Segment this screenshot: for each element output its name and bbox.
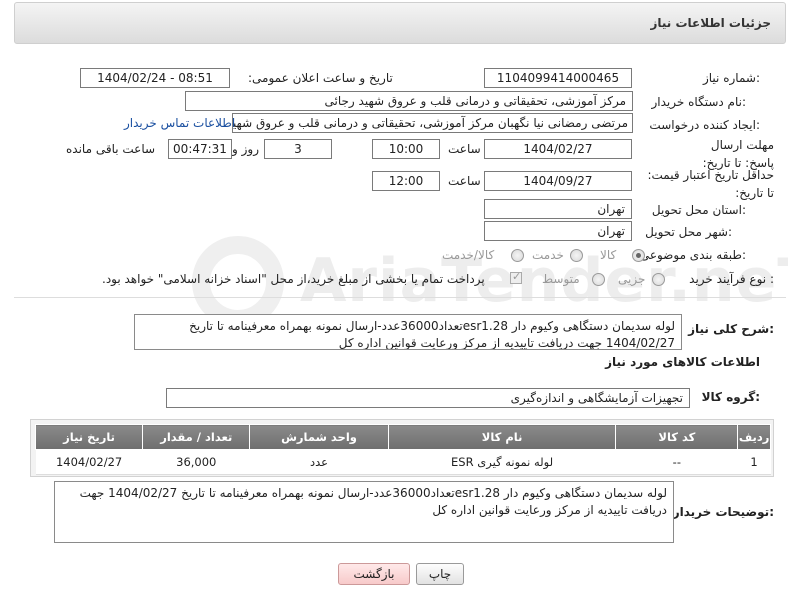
- buyer-org-field: مرکز آموزشی، تحقیقاتی و درمانی قلب و عرو…: [185, 91, 633, 111]
- buyer-notes-label: توضیحات خریدار:: [672, 505, 774, 519]
- cell-item-code: --: [615, 449, 738, 475]
- city-field: تهران: [484, 221, 632, 241]
- category-radio-service[interactable]: [570, 249, 583, 262]
- col-item-code: کد کالا: [615, 424, 739, 450]
- requester-field: مرتضی رمضانی نیا نگهبان مرکز آموزشی، تحق…: [232, 113, 633, 133]
- divider: [14, 297, 786, 298]
- goods-group-label: گروه کالا:: [701, 390, 760, 404]
- announce-label: تاریخ و ساعت اعلان عمومی:: [248, 71, 393, 85]
- reply-time-field: 10:00: [372, 139, 440, 159]
- buyer-notes-textarea[interactable]: لوله سدیمان دستگاهی وکیوم دار esr1.28تعد…: [54, 481, 674, 543]
- col-unit: واحد شمارش: [249, 424, 389, 450]
- process-option-minor: جزیی: [618, 272, 646, 286]
- cell-item-name: لوله نمونه گیری ESR: [388, 449, 616, 475]
- category-option-goods: کالا: [600, 248, 617, 262]
- category-radio-goods-service[interactable]: [511, 249, 524, 262]
- treasury-payment-checkbox[interactable]: [510, 270, 522, 284]
- need-number-field: 1104099414000465: [484, 68, 632, 88]
- items-table: ردیف کد کالا نام کالا واحد شمارش تعداد /…: [34, 424, 771, 475]
- remaining-time-field: 00:47:31: [168, 139, 232, 159]
- treasury-payment-note: پرداخت تمام یا بخشی از مبلغ خرید،از محل …: [102, 272, 485, 286]
- remaining-time-label: ساعت باقی مانده: [66, 142, 156, 156]
- table-header-row: ردیف کد کالا نام کالا واحد شمارش تعداد /…: [34, 424, 771, 450]
- category-option-goods-service: کالا/خدمت: [442, 248, 495, 262]
- goods-group-field: تجهیزات آزمایشگاهی و اندازه‌گیری: [166, 388, 690, 408]
- buyer-contact-link[interactable]: اطلاعات تماس خریدار: [124, 116, 235, 130]
- reply-date-field: 1404/02/27: [484, 139, 632, 159]
- announce-field: 1404/02/24 - 08:51: [80, 68, 230, 88]
- price-validity-label: حداقل تاریخ اعتبار قیمت: تا تاریخ:: [647, 168, 774, 200]
- cell-need-date: 1404/02/27: [35, 449, 143, 475]
- process-radio-medium[interactable]: [592, 273, 605, 286]
- cell-row-number: 1: [737, 449, 771, 475]
- category-option-service: خدمت: [532, 248, 564, 262]
- items-table-container: ردیف کد کالا نام کالا واحد شمارش تعداد /…: [30, 419, 774, 477]
- days-field: 3: [264, 139, 332, 159]
- summary-textarea[interactable]: لوله سدیمان دستگاهی وکیوم دار esr1.28تعد…: [134, 314, 682, 350]
- col-need-date: تاریخ نیاز: [34, 424, 144, 450]
- process-option-medium: متوسط: [542, 272, 580, 286]
- col-row-number: ردیف: [737, 424, 771, 450]
- col-quantity: تعداد / مقدار: [142, 424, 251, 450]
- province-label: استان محل تحویل:: [651, 203, 746, 217]
- category-label: طبقه بندی موضوعی:: [639, 248, 746, 262]
- days-label: روز و: [232, 142, 259, 156]
- cell-unit: عدد: [249, 449, 389, 475]
- process-label: نوع فرآیند خرید :: [689, 272, 774, 286]
- reply-time-label: ساعت: [448, 142, 481, 156]
- print-button[interactable]: چاپ: [416, 563, 464, 585]
- buyer-org-label: نام دستگاه خریدار:: [651, 95, 747, 109]
- need-number-label: شماره نیاز:: [702, 71, 760, 85]
- process-radio-minor[interactable]: [652, 273, 665, 286]
- price-time-field: 12:00: [372, 171, 440, 191]
- requester-label: ایجاد کننده درخواست:: [649, 118, 760, 132]
- province-field: تهران: [484, 199, 632, 219]
- summary-label: شرح کلی نیاز:: [688, 322, 774, 336]
- city-label: شهر محل تحویل:: [645, 225, 732, 239]
- page-title: جزئیات اطلاعات نیاز: [650, 16, 771, 30]
- price-date-field: 1404/09/27: [484, 171, 632, 191]
- col-item-name: نام کالا: [387, 424, 617, 450]
- goods-info-title: اطلاعات کالاهای مورد نیاز: [605, 355, 760, 369]
- page-header: جزئیات اطلاعات نیاز: [14, 2, 786, 44]
- price-time-label: ساعت: [448, 174, 481, 188]
- back-button[interactable]: بازگشت: [338, 563, 410, 585]
- category-radio-goods[interactable]: [632, 249, 645, 262]
- cell-quantity: 36,000: [142, 449, 250, 475]
- table-row[interactable]: 1 -- لوله نمونه گیری ESR عدد 36,000 1404…: [35, 449, 771, 475]
